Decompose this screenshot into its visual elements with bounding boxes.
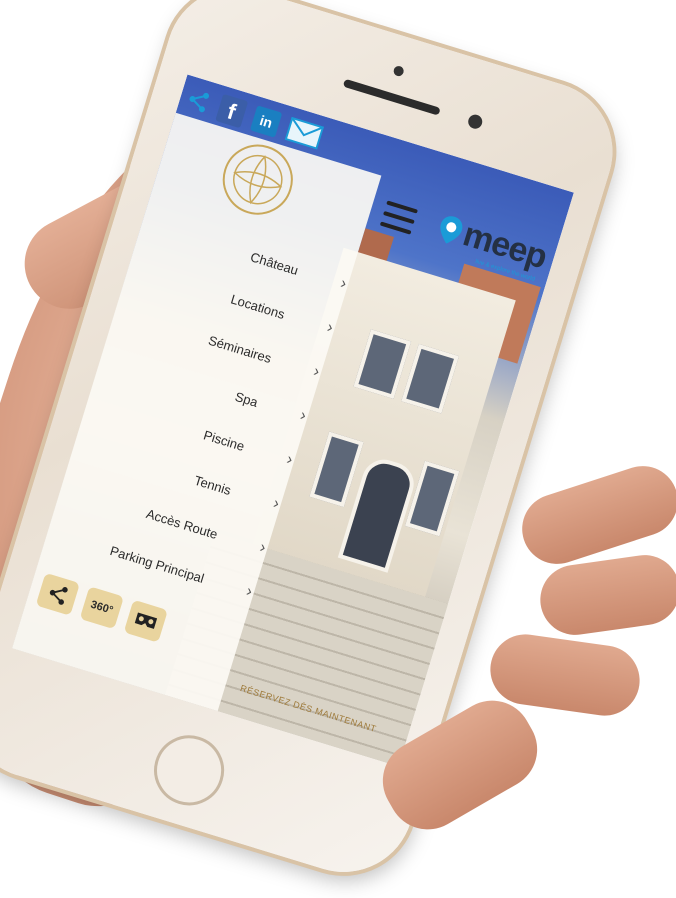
earpiece-speaker — [342, 78, 441, 116]
view-360-button[interactable]: 360° — [79, 586, 124, 630]
share-icon[interactable] — [183, 86, 213, 116]
front-camera — [466, 112, 484, 131]
facebook-icon[interactable]: f — [215, 93, 249, 129]
camera-dot — [392, 64, 405, 78]
share-tool-button[interactable] — [35, 572, 81, 616]
home-button[interactable] — [145, 726, 233, 815]
phone-screen: RÉSERVEZ DÈS MAINTENANT f in meep live &… — [12, 74, 574, 767]
mail-icon[interactable] — [284, 116, 325, 150]
share-icon — [49, 587, 68, 605]
vr-headset-icon — [134, 612, 158, 629]
vr-mode-button[interactable] — [123, 599, 168, 643]
linkedin-icon[interactable]: in — [249, 105, 283, 138]
